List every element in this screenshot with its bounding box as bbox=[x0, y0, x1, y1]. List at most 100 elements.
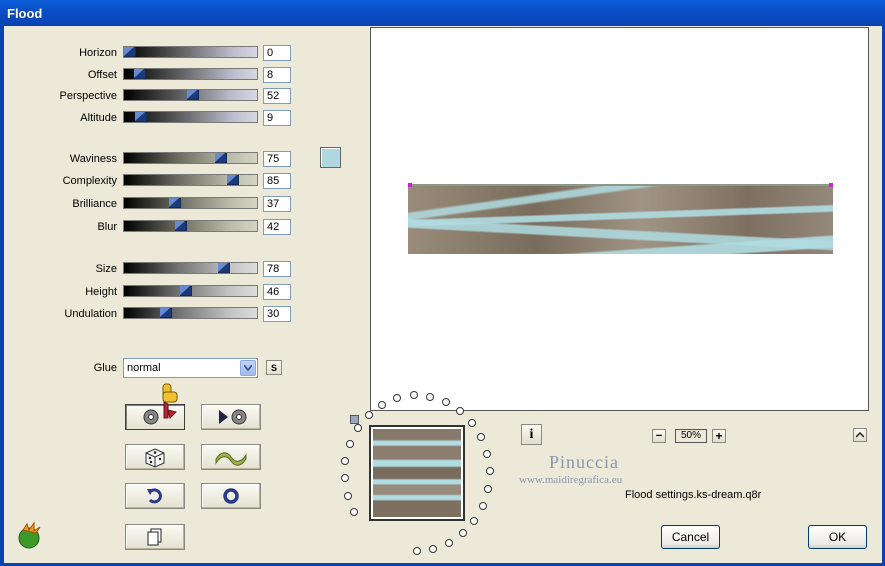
navigator-dial-dot[interactable] bbox=[456, 407, 464, 415]
navigator-dial-dot[interactable] bbox=[354, 424, 362, 432]
wave-button[interactable] bbox=[201, 444, 261, 470]
navigator-dial-dot[interactable] bbox=[341, 457, 349, 465]
settings-filename: Flood settings.ks-dream.q8r bbox=[625, 489, 762, 501]
size-slider-thumb[interactable] bbox=[218, 263, 230, 273]
offset-slider-thumb[interactable] bbox=[134, 69, 146, 79]
height-value-field[interactable]: 46 bbox=[263, 284, 291, 300]
brilliance-value-field[interactable]: 37 bbox=[263, 196, 291, 212]
navigator-dial-dot[interactable] bbox=[477, 433, 485, 441]
navigator-corner-handle[interactable] bbox=[350, 415, 359, 424]
complexity-value-field[interactable]: 85 bbox=[263, 173, 291, 189]
waviness-slider[interactable] bbox=[123, 152, 258, 164]
complexity-slider-thumb[interactable] bbox=[227, 175, 239, 185]
navigator-dial-dot[interactable] bbox=[346, 440, 354, 448]
navigator-dial-dot[interactable] bbox=[426, 393, 434, 401]
blur-slider-thumb[interactable] bbox=[175, 221, 187, 231]
navigator-dial-dot[interactable] bbox=[470, 517, 478, 525]
color-swatch[interactable] bbox=[320, 147, 341, 168]
altitude-value-field[interactable]: 9 bbox=[263, 110, 291, 126]
copy-button[interactable] bbox=[125, 524, 185, 550]
brilliance-slider[interactable] bbox=[123, 197, 258, 209]
stop-button[interactable] bbox=[201, 483, 261, 509]
perspective-slider[interactable] bbox=[123, 89, 258, 101]
altitude-slider-thumb[interactable] bbox=[135, 112, 147, 122]
glue-label: Glue bbox=[93, 362, 117, 374]
glue-select-value: normal bbox=[127, 362, 161, 374]
size-slider[interactable] bbox=[123, 262, 258, 274]
undulation-value-field[interactable]: 30 bbox=[263, 306, 291, 322]
left-anchor-marker bbox=[408, 183, 412, 187]
complexity-slider[interactable] bbox=[123, 174, 258, 186]
perspective-slider-thumb[interactable] bbox=[187, 90, 199, 100]
navigator-dial-dot[interactable] bbox=[341, 474, 349, 482]
perspective-value-field[interactable]: 52 bbox=[263, 88, 291, 104]
brilliance-label: Brilliance bbox=[72, 198, 117, 210]
complexity-label: Complexity bbox=[62, 175, 117, 187]
navigator-dial-dot[interactable] bbox=[468, 419, 476, 427]
navigator-dial-dot[interactable] bbox=[365, 411, 373, 419]
navigator-dial-dot[interactable] bbox=[459, 529, 467, 537]
info-icon: i bbox=[529, 426, 534, 442]
navigator-dial-dot[interactable] bbox=[486, 467, 494, 475]
offset-slider[interactable] bbox=[123, 68, 258, 80]
glue-s-label: S bbox=[270, 362, 277, 373]
navigator-dial-dot[interactable] bbox=[393, 394, 401, 402]
navigator-dial-dot[interactable] bbox=[344, 492, 352, 500]
navigator-dial-dot[interactable] bbox=[479, 502, 487, 510]
navigator-dial-dot[interactable] bbox=[410, 391, 418, 399]
navigator-dial-dot[interactable] bbox=[484, 485, 492, 493]
brilliance-slider-thumb[interactable] bbox=[169, 198, 181, 208]
zoom-level: 50% bbox=[675, 429, 707, 443]
info-button[interactable]: i bbox=[521, 424, 542, 445]
navigator-dial-dot[interactable] bbox=[483, 450, 491, 458]
random-button[interactable] bbox=[125, 444, 185, 470]
collapse-button[interactable] bbox=[853, 428, 867, 442]
chevron-down-icon[interactable] bbox=[240, 360, 256, 376]
navigator-thumbnail[interactable] bbox=[369, 425, 465, 521]
cancel-button[interactable]: Cancel bbox=[661, 525, 720, 549]
size-label: Size bbox=[95, 263, 117, 275]
horizon-slider[interactable] bbox=[123, 46, 258, 58]
height-slider[interactable] bbox=[123, 285, 258, 297]
cancel-button-label: Cancel bbox=[671, 530, 710, 544]
size-value-field[interactable]: 78 bbox=[263, 261, 291, 277]
preview-canvas[interactable] bbox=[370, 27, 869, 411]
horizon-value-field[interactable]: 0 bbox=[263, 45, 291, 61]
zoom-out-button[interactable]: − bbox=[652, 429, 666, 443]
blur-label: Blur bbox=[97, 221, 117, 233]
pointing-hand-icon bbox=[159, 382, 181, 422]
undo-button[interactable] bbox=[125, 483, 185, 509]
waviness-value-field[interactable]: 75 bbox=[263, 151, 291, 167]
altitude-slider[interactable] bbox=[123, 111, 258, 123]
waviness-label: Waviness bbox=[69, 153, 117, 165]
zoom-level-text: 50% bbox=[680, 430, 701, 441]
ok-button[interactable]: OK bbox=[808, 525, 867, 549]
perspective-label: Perspective bbox=[59, 90, 117, 102]
navigator-dial-dot[interactable] bbox=[413, 547, 421, 555]
undulation-slider[interactable] bbox=[123, 307, 258, 319]
blur-value-field[interactable]: 42 bbox=[263, 219, 291, 235]
navigator-dial-dot[interactable] bbox=[429, 545, 437, 553]
undulation-slider-thumb[interactable] bbox=[160, 308, 172, 318]
minus-icon: − bbox=[655, 430, 663, 442]
right-anchor-marker bbox=[829, 183, 833, 187]
navigator-dial-dot[interactable] bbox=[445, 539, 453, 547]
navigator-dial-dot[interactable] bbox=[350, 508, 358, 516]
offset-label: Offset bbox=[87, 69, 117, 81]
watermark-site: www.maidiregrafica.eu bbox=[519, 474, 623, 486]
glue-select[interactable]: normal bbox=[123, 358, 258, 378]
undulation-label: Undulation bbox=[64, 308, 117, 320]
waviness-slider-thumb[interactable] bbox=[215, 153, 227, 163]
glue-s-button[interactable]: S bbox=[266, 360, 282, 375]
horizon-slider-thumb[interactable] bbox=[124, 47, 136, 57]
offset-value-field[interactable]: 8 bbox=[263, 67, 291, 83]
blur-slider[interactable] bbox=[123, 220, 258, 232]
zoom-in-button[interactable]: + bbox=[712, 429, 726, 443]
height-label: Height bbox=[85, 286, 117, 298]
navigator-dial-dot[interactable] bbox=[442, 398, 450, 406]
navigator-thumbnail-image bbox=[373, 429, 461, 517]
navigator-dial-dot[interactable] bbox=[378, 401, 386, 409]
height-slider-thumb[interactable] bbox=[180, 286, 192, 296]
play-button[interactable] bbox=[201, 404, 261, 430]
ok-button-label: OK bbox=[828, 530, 847, 544]
